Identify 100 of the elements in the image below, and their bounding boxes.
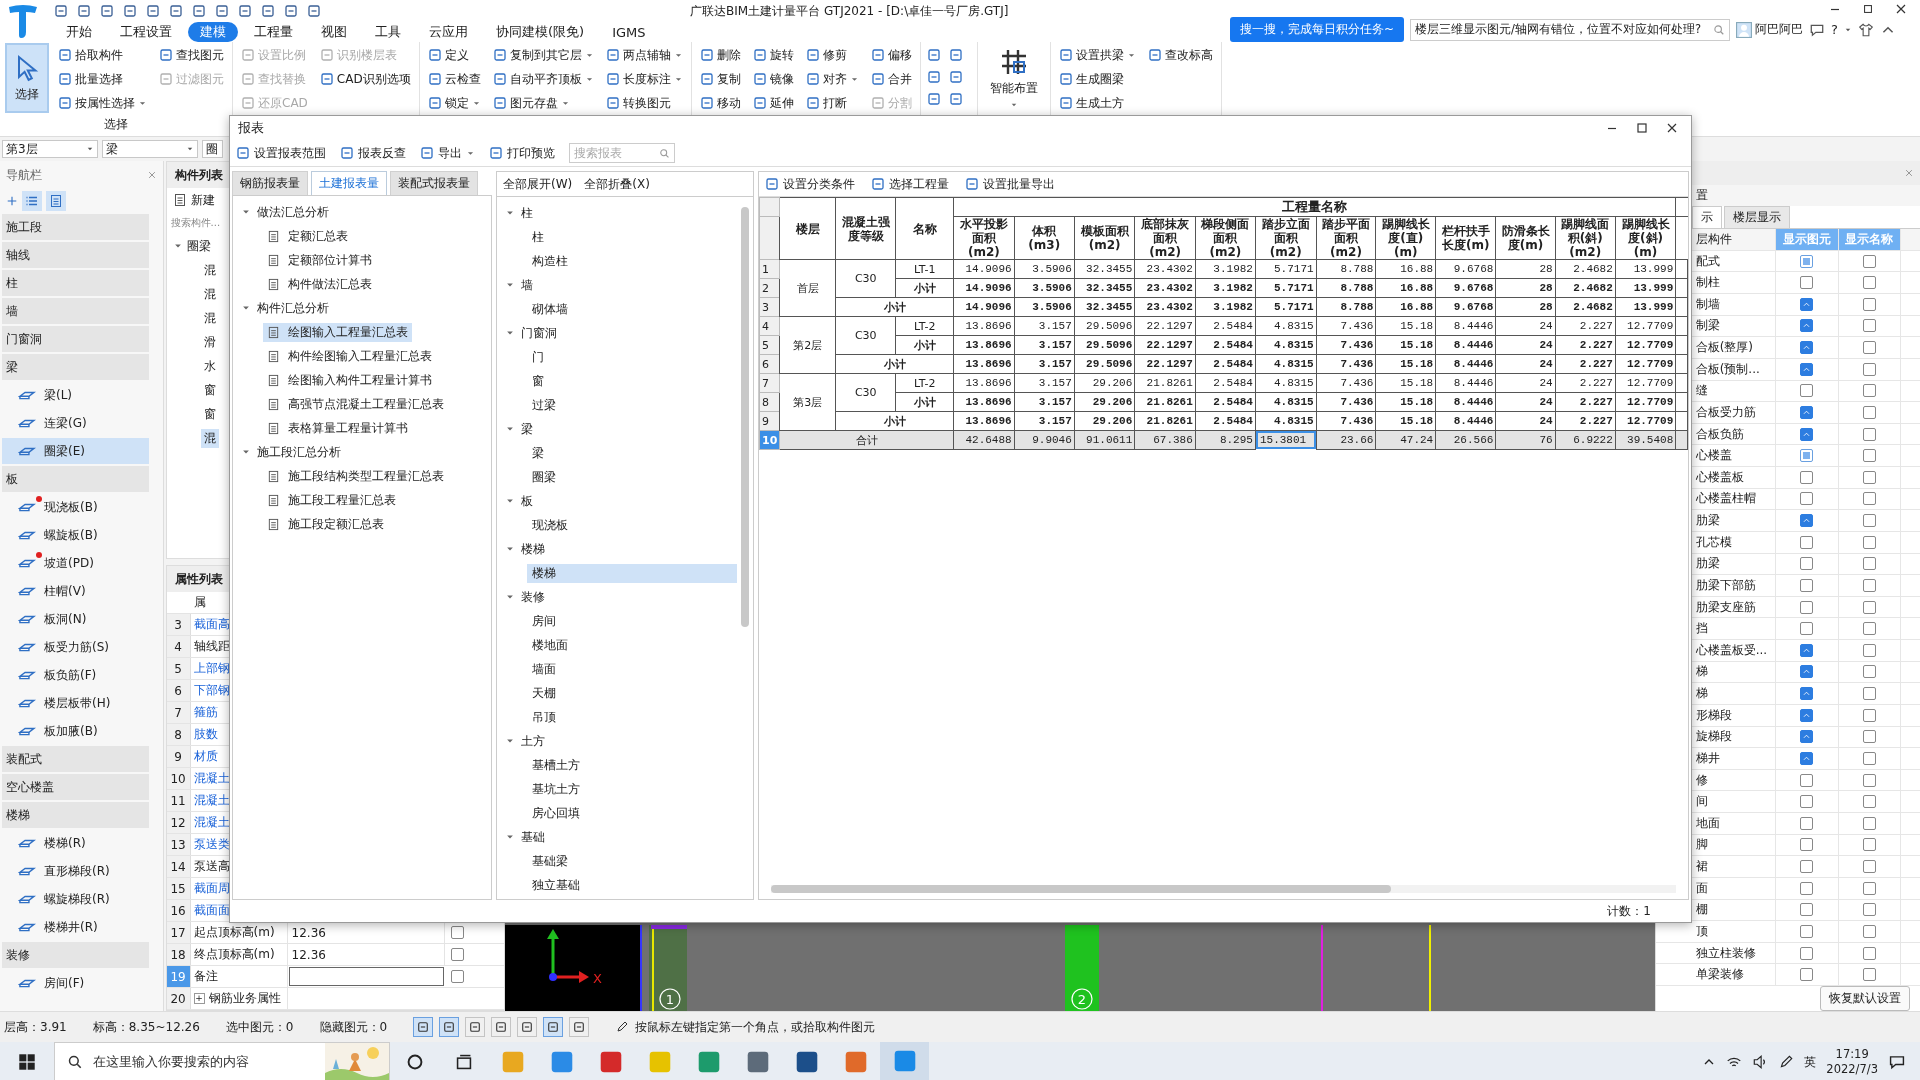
shirt-icon[interactable] (1857, 21, 1874, 38)
checkbox[interactable] (1862, 470, 1876, 484)
ribbon-button[interactable]: 查找图元 (157, 44, 226, 66)
nav-category[interactable]: 装配式 (2, 746, 149, 772)
app-icon[interactable] (745, 1050, 770, 1074)
nav-item[interactable]: 现浇板(B) (2, 494, 149, 520)
taskbar-search[interactable]: 在这里输入你要搜索的内容 (54, 1042, 390, 1080)
toolbar-button[interactable]: 设置批量导出 (965, 175, 1055, 193)
ribbon-button[interactable]: 打断 (803, 92, 861, 114)
ribbon-button[interactable]: 拾取构件 (56, 44, 149, 66)
checkbox[interactable] (1800, 968, 1814, 982)
snap-button[interactable] (465, 1017, 486, 1037)
tree-node[interactable]: 圈梁 (186, 237, 211, 255)
checkbox[interactable] (1800, 903, 1814, 917)
tree-node[interactable]: 楼梯 (497, 537, 737, 561)
tree-item[interactable]: 现浇板 (527, 515, 737, 535)
ribbon-button[interactable]: 智能布置 (983, 44, 1044, 112)
plus-icon[interactable] (6, 195, 18, 207)
nav-item[interactable]: 板洞(N) (2, 606, 149, 632)
nav-category[interactable]: 施工段 (2, 214, 149, 240)
ribbon-button[interactable]: 两点辅轴 (603, 44, 685, 66)
square-icon[interactable] (238, 4, 252, 18)
checkbox[interactable] (1800, 600, 1814, 614)
checkbox[interactable] (1800, 579, 1814, 592)
checkbox[interactable] (1800, 492, 1814, 506)
ribbon-button[interactable]: 设置拱梁 (1056, 44, 1138, 66)
clock-date[interactable]: 2022/7/3 (1826, 1062, 1878, 1077)
restore-icon[interactable] (1862, 2, 1874, 15)
tree-item[interactable]: 墙面 (527, 659, 737, 679)
tree-item[interactable]: 构件绘图输入工程量汇总表 (263, 346, 436, 366)
ribbon-button[interactable]: 复制到其它层 (490, 44, 596, 66)
tree-node[interactable]: 门窗洞 (497, 321, 737, 345)
tree-node[interactable]: 柱 (497, 201, 737, 225)
tree-node[interactable]: 土方 (497, 729, 737, 753)
tree-item[interactable]: 梁 (527, 443, 737, 463)
square-icon[interactable] (77, 4, 91, 18)
tree-node[interactable]: 墙 (497, 273, 737, 297)
app-icon[interactable] (598, 1050, 623, 1074)
tree-node[interactable]: 施工段汇总分析 (233, 440, 491, 464)
checkbox[interactable] (451, 970, 465, 983)
checkbox[interactable] (1862, 665, 1876, 679)
report-tab[interactable]: 土建报表量 (311, 171, 387, 195)
ribbon-button[interactable]: 批量选择 (56, 68, 149, 90)
checkbox[interactable] (1800, 925, 1814, 938)
windows-icon[interactable] (18, 1053, 36, 1071)
checkbox[interactable] (1862, 838, 1876, 852)
nav-item[interactable]: 楼梯(R) (2, 830, 149, 856)
help-search-field[interactable]: 楼层三维显示图元/轴网有错位，位置不对应如何处理? (1410, 18, 1731, 41)
tree-node[interactable]: 做法汇总分析 (233, 200, 491, 224)
toolbar-button[interactable]: 设置分类条件 (765, 175, 855, 193)
nav-category[interactable]: 装修 (2, 942, 149, 968)
square-icon[interactable] (926, 92, 941, 106)
tree-item[interactable]: 表格算量工程量计算书 (263, 418, 412, 438)
checkbox[interactable] (1862, 557, 1876, 571)
tree-item[interactable]: 门 (527, 347, 737, 367)
detail-icon[interactable] (49, 194, 63, 208)
ribbon-tab[interactable]: 建模 (188, 22, 238, 42)
ribbon-tab[interactable]: 视图 (309, 22, 359, 42)
ribbon-button[interactable]: 选择 (6, 44, 48, 112)
nav-item[interactable]: 连梁(G) (2, 410, 149, 436)
checkbox[interactable] (1862, 449, 1876, 463)
checkbox[interactable] (1862, 643, 1876, 657)
nav-item[interactable]: 板受力筋(S) (2, 634, 149, 660)
nav-category[interactable]: 柱 (2, 270, 149, 296)
snap-button[interactable] (413, 1017, 434, 1037)
checkbox[interactable] (1862, 860, 1876, 874)
ribbon-tab[interactable]: 云应用 (417, 22, 480, 42)
ribbon-button[interactable]: CAD识别选项 (317, 68, 413, 90)
ribbon-button[interactable]: 自动平齐顶板 (490, 68, 596, 90)
tree-item[interactable]: 混 (200, 284, 219, 304)
ribbon-button[interactable]: 转换图元 (603, 92, 685, 114)
toolbar-button[interactable]: 打印预览 (489, 144, 555, 162)
square-icon[interactable] (169, 4, 183, 18)
expand-all-button[interactable]: 全部展开(W) (503, 175, 573, 193)
ribbon-tab[interactable]: IGMS (600, 23, 658, 41)
ribbon-button[interactable]: 延伸 (750, 92, 796, 114)
tree-item[interactable]: 楼梯 (527, 563, 737, 583)
ribbon-button[interactable]: 图元存盘 (490, 92, 596, 114)
promo-bubble[interactable]: 搜一搜，完成每日积分任务~ (1230, 17, 1405, 42)
nav-category[interactable]: 轴线 (2, 242, 149, 268)
ribbon-button[interactable]: 按属性选择 (56, 92, 149, 114)
checkbox[interactable] (1800, 816, 1814, 830)
ribbon-button[interactable]: 删除 (697, 44, 743, 66)
circle-icon[interactable] (405, 1053, 424, 1071)
expand-button[interactable]: + (193, 993, 205, 1004)
window-stack-icon[interactable] (454, 1053, 473, 1071)
checkbox[interactable] (1800, 795, 1814, 809)
checkbox[interactable] (1862, 254, 1876, 268)
help-button[interactable]: ? (1831, 22, 1838, 37)
tree-item[interactable]: 混 (200, 428, 219, 448)
ribbon-button[interactable]: 生成圈梁 (1056, 68, 1138, 90)
square-icon[interactable] (948, 70, 963, 84)
snap-button[interactable] (517, 1017, 538, 1037)
value-field[interactable] (288, 967, 444, 986)
tree-item[interactable]: 窗 (200, 380, 219, 400)
nav-item[interactable]: 楼梯井(R) (2, 914, 149, 940)
square-icon[interactable] (192, 4, 206, 18)
checkbox[interactable] (1800, 773, 1814, 787)
checkbox[interactable] (1862, 406, 1876, 419)
ribbon-button[interactable]: 修剪 (803, 44, 861, 66)
